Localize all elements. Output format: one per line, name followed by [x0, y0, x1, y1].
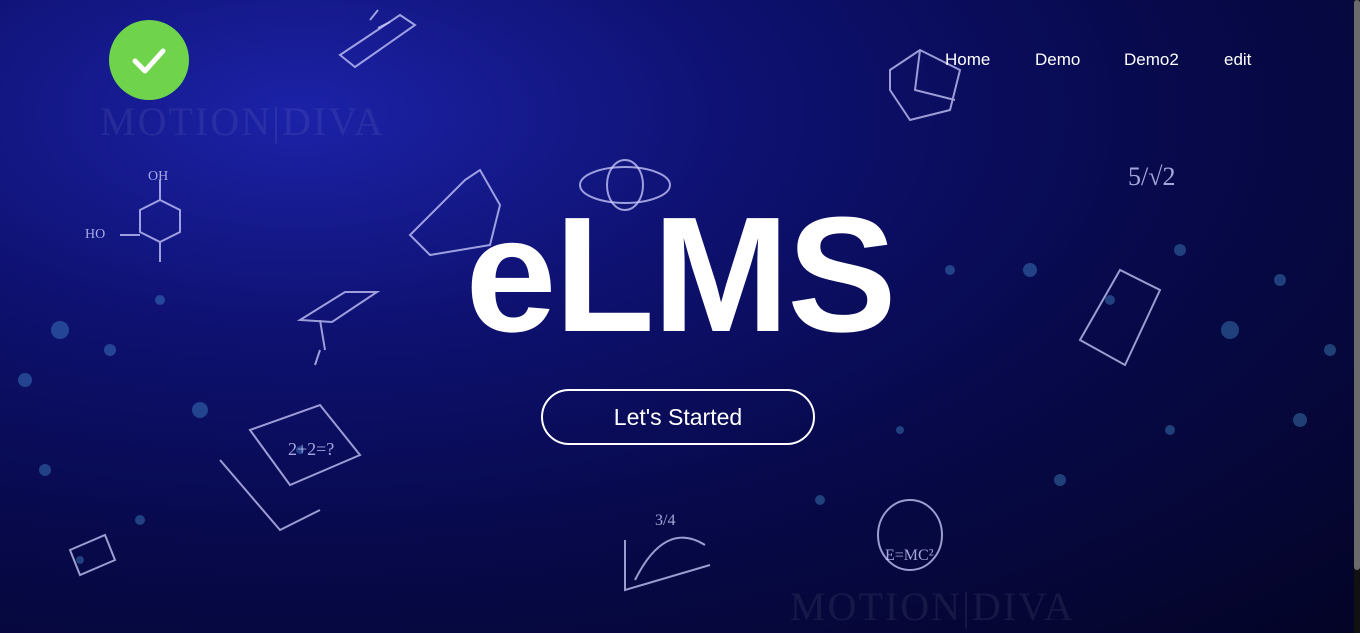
- scrollbar-thumb[interactable]: [1354, 0, 1360, 570]
- nav-link-home[interactable]: Home: [945, 49, 990, 71]
- doodle-label: 2+2=?: [288, 439, 334, 459]
- nav-link-demo2[interactable]: Demo2: [1124, 49, 1179, 71]
- doodle-label: E=MC²: [885, 547, 934, 564]
- doodle-label: OH: [148, 169, 168, 184]
- lets-started-button[interactable]: Let's Started: [541, 389, 815, 445]
- main-nav: Home Demo Demo2 edit: [0, 49, 1260, 73]
- hero-title: eLMS: [465, 183, 896, 366]
- doodle-label: 5/√2: [1128, 162, 1176, 191]
- nav-link-edit[interactable]: edit: [1224, 49, 1251, 71]
- scrollbar[interactable]: [1354, 0, 1360, 633]
- watermark: MOTION|DIVA: [100, 99, 385, 144]
- doodle-label: 3/4: [655, 512, 675, 529]
- watermark: MOTION|DIVA: [790, 584, 1075, 629]
- nav-link-demo[interactable]: Demo: [1035, 49, 1080, 71]
